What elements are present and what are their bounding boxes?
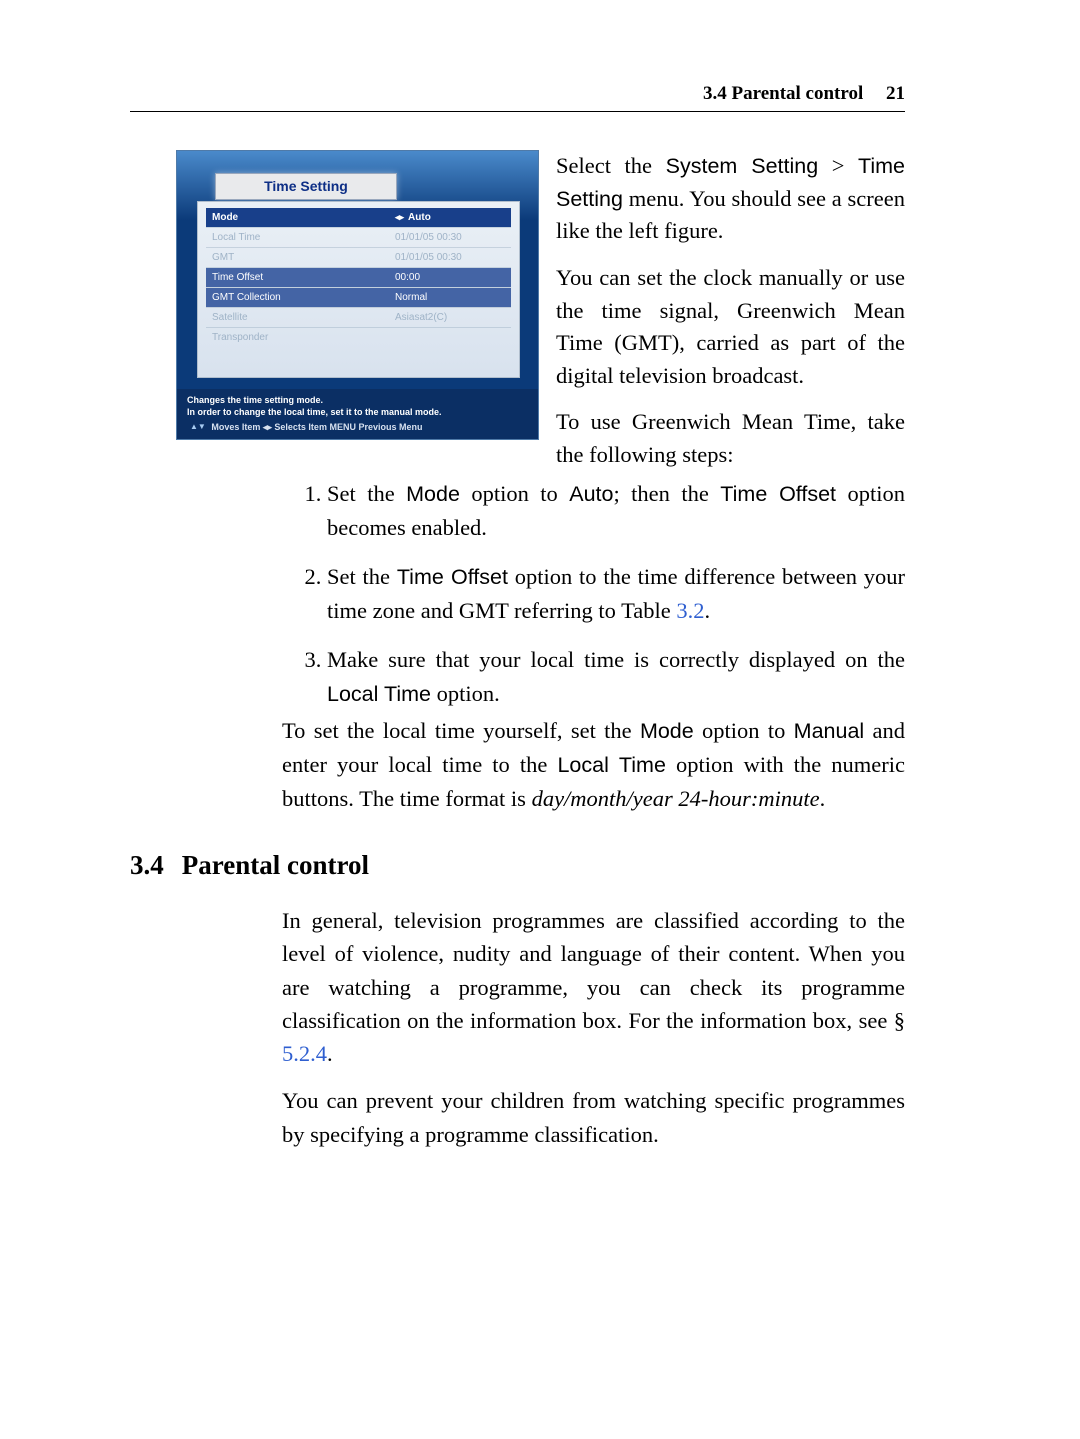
row-gmt-collection: GMT Collection Normal [206,287,511,307]
side-p3: To use Greenwich Mean Time, take the fol… [556,406,905,471]
figure-keys: ▲▼ Moves Item ◂▸ Selects Item MENU Previ… [187,421,528,433]
step-3: Make sure that your local time is correc… [327,643,905,710]
section-ref-link[interactable]: 5.2.4 [282,1041,327,1066]
arrows-icon: ◂▸ [395,212,404,222]
steps-list: Set the Mode option to Auto; then the Ti… [283,477,905,710]
row-satellite: Satellite Asiasat2(C) [206,307,511,327]
figure-panel: Mode ◂▸Auto Local Time 01/01/05 00:30 GM… [197,201,520,378]
lower-paragraph: To set the local time yourself, set the … [282,714,905,815]
page-header: 3.4 Parental control 21 [130,83,905,112]
side-paragraphs: Select the System Setting > Time Setting… [556,150,905,486]
step-2: Set the Time Offset option to the time d… [327,560,905,627]
section-title: Parental control [182,850,369,880]
step-1: Set the Mode option to Auto; then the Ti… [327,477,905,544]
time-format: day/month/year 24-hour:minute [532,786,820,811]
table-ref-link[interactable]: 3.2 [676,598,704,623]
section-number: 3.4 [130,850,164,880]
section-p1: In general, television programmes are cl… [282,904,905,1070]
figure-hint: Changes the time setting mode. In order … [177,389,538,439]
section-p2: You can prevent your children from watch… [282,1084,905,1151]
manual-page: 3.4 Parental control 21 Time Setting Mod… [0,0,1080,1439]
row-transponder: Transponder [206,327,511,347]
row-mode: Mode ◂▸Auto [206,208,511,227]
figure-rows: Mode ◂▸Auto Local Time 01/01/05 00:30 GM… [198,202,519,347]
row-gmt: GMT 01/01/05 00:30 [206,247,511,267]
steps-block: Set the Mode option to Auto; then the Ti… [283,473,905,726]
side-p2: You can set the clock manually or use th… [556,262,905,393]
row-local-time: Local Time 01/01/05 00:30 [206,227,511,247]
side-p1: Select the System Setting > Time Setting… [556,150,905,248]
section-heading: 3.4 Parental control [130,850,369,881]
time-setting-screenshot: Time Setting Mode ◂▸Auto Local Time 01/0… [176,150,539,440]
row-time-offset: Time Offset 00:00 [206,267,511,287]
figure-tab-title: Time Setting [215,173,397,200]
updown-icon: ▲▼ [187,422,209,433]
header-section: 3.4 Parental control [703,83,863,104]
page-number: 21 [886,83,905,104]
section-body: In general, television programmes are cl… [282,904,905,1165]
opt-system-setting: System Setting [666,154,819,178]
